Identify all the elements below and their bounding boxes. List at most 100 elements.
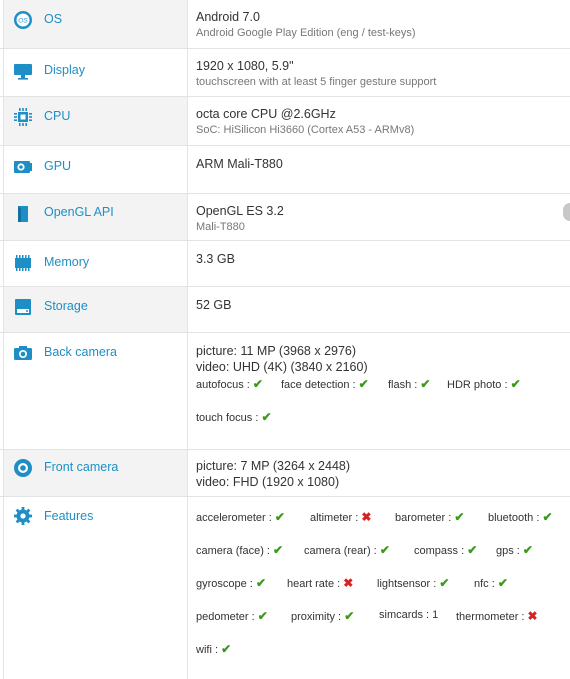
check-icon: ✔ [274,510,285,524]
spec-label-storage: Storage [44,299,88,313]
spec-value-cpu: octa core CPU @2.6GHz SoC: HiSilicon Hi3… [196,106,564,138]
feature-label: nfc : [474,578,495,590]
feature-label: barometer : [395,512,452,524]
os-version: Android 7.0 [196,10,260,24]
spec-label-os: OS [44,12,63,26]
spec-label-features: Features [44,509,94,523]
feature-autofocus: autofocus : ✔ [196,377,263,391]
spec-label-cell: Back camera [4,333,187,449]
feature-hdr-photo: HDR photo : ✔ [447,377,521,391]
check-icon: ✔ [510,377,521,391]
spec-row-memory: Memory 3.3 GB [0,241,570,287]
feature-touch-focus: touch focus : ✔ [196,410,272,424]
feature-label: accelerometer : [196,512,272,524]
check-icon: ✔ [358,377,369,391]
feature-label: bluetooth : [488,512,540,524]
spec-label-cell: Front camera [4,450,187,496]
feature-label: simcards : 1 [379,609,439,621]
feature-label: camera (rear) : [304,545,377,557]
opengl-renderer: Mali-T880 [196,221,245,233]
gear-icon [13,506,33,526]
spec-label-cell: CPU [4,97,187,145]
storage-icon [13,297,33,317]
check-icon: ✔ [439,576,450,590]
spec-value-storage: 52 GB [196,297,564,313]
spec-value-display: 1920 x 1080, 5.9" touchscreen with at le… [196,58,564,90]
gpu-model: ARM Mali-T880 [196,157,283,171]
feature-camera-rear: camera (rear) : ✔ [304,543,390,557]
spec-row-gpu: GPU ARM Mali-T880 [0,146,570,194]
spec-label-cell: Display [4,49,187,96]
cross-icon: ✖ [527,609,538,623]
cpu-icon [13,107,33,127]
spec-row-back-camera: Back camera picture: 11 MP (3968 x 2976)… [0,333,570,450]
spec-label-front-camera: Front camera [44,460,119,474]
spec-label-display: Display [44,63,85,77]
feature-compass: compass : ✔ [414,543,477,557]
column-divider [187,0,188,679]
os-icon: OS [13,10,33,30]
check-icon: ✔ [257,609,268,623]
check-icon: ✔ [379,543,390,557]
feature-nfc: nfc : ✔ [474,576,508,590]
gpu-icon [13,157,33,177]
feature-camera-face: camera (face) : ✔ [196,543,283,557]
cross-icon: ✖ [361,510,372,524]
feature-label: altimeter : [310,512,359,524]
feature-label: proximity : [291,611,342,623]
feature-pedometer: pedometer : ✔ [196,609,268,623]
display-touch: touchscreen with at least 5 finger gestu… [196,76,437,88]
spec-label-cpu: CPU [44,109,71,123]
check-icon: ✔ [261,410,272,424]
check-icon: ✔ [420,377,431,391]
opengl-icon [13,204,33,224]
camera-icon [13,343,33,363]
check-icon: ✔ [522,543,533,557]
feature-lightsensor: lightsensor : ✔ [377,576,449,590]
spec-value-memory: 3.3 GB [196,251,564,267]
front-camera-picture: picture: 7 MP (3264 x 2448) [196,459,351,473]
spec-label-gpu: GPU [44,159,72,173]
feature-label: face detection : [281,379,356,391]
spec-label-back-camera: Back camera [44,345,117,359]
check-icon: ✔ [497,576,508,590]
feature-label: heart rate : [287,578,341,590]
feature-label: touch focus : [196,412,259,424]
feature-altimeter: altimeter : ✖ [310,510,371,524]
feature-label: pedometer : [196,611,255,623]
feature-label: camera (face) : [196,545,270,557]
feature-flash: flash : ✔ [388,377,430,391]
spec-row-os: OS OS Android 7.0 Android Google Play Ed… [0,0,570,49]
spec-value-os: Android 7.0 Android Google Play Edition … [196,9,564,41]
check-icon: ✔ [467,543,478,557]
spec-label-memory: Memory [44,255,90,269]
spec-row-cpu: CPU octa core CPU @2.6GHz SoC: HiSilicon… [0,97,570,146]
spec-label-cell: Features [4,497,187,679]
spec-label-opengl: OpenGL API [44,205,114,219]
storage-size: 52 GB [196,298,232,312]
spec-table: OS OS Android 7.0 Android Google Play Ed… [0,0,570,679]
feature-label: autofocus : [196,379,250,391]
spec-value-gpu: ARM Mali-T880 [196,156,564,172]
spec-label-cell: Memory [4,241,187,286]
feature-label: lightsensor : [377,578,437,590]
spec-row-front-camera: Front camera picture: 7 MP (3264 x 2448)… [0,450,570,497]
feature-thermometer: thermometer : ✖ [456,609,538,623]
svg-text:OS: OS [18,18,28,25]
display-resolution: 1920 x 1080, 5.9" [196,59,294,73]
spec-row-display: Display 1920 x 1080, 5.9" touchscreen wi… [0,49,570,97]
os-edition: Android Google Play Edition (eng / test-… [196,27,416,39]
feature-simcards: simcards : 1 [379,609,438,621]
feature-gyroscope: gyroscope : ✔ [196,576,266,590]
memory-size: 3.3 GB [196,252,235,266]
check-icon: ✔ [221,642,232,656]
feature-label: HDR photo : [447,379,508,391]
feature-label: flash : [388,379,418,391]
scroll-handle[interactable] [563,203,570,221]
check-icon: ✔ [454,510,465,524]
opengl-version: OpenGL ES 3.2 [196,204,284,218]
feature-label: thermometer : [456,611,525,623]
feature-label: compass : [414,545,465,557]
check-icon: ✔ [273,543,284,557]
feature-barometer: barometer : ✔ [395,510,464,524]
